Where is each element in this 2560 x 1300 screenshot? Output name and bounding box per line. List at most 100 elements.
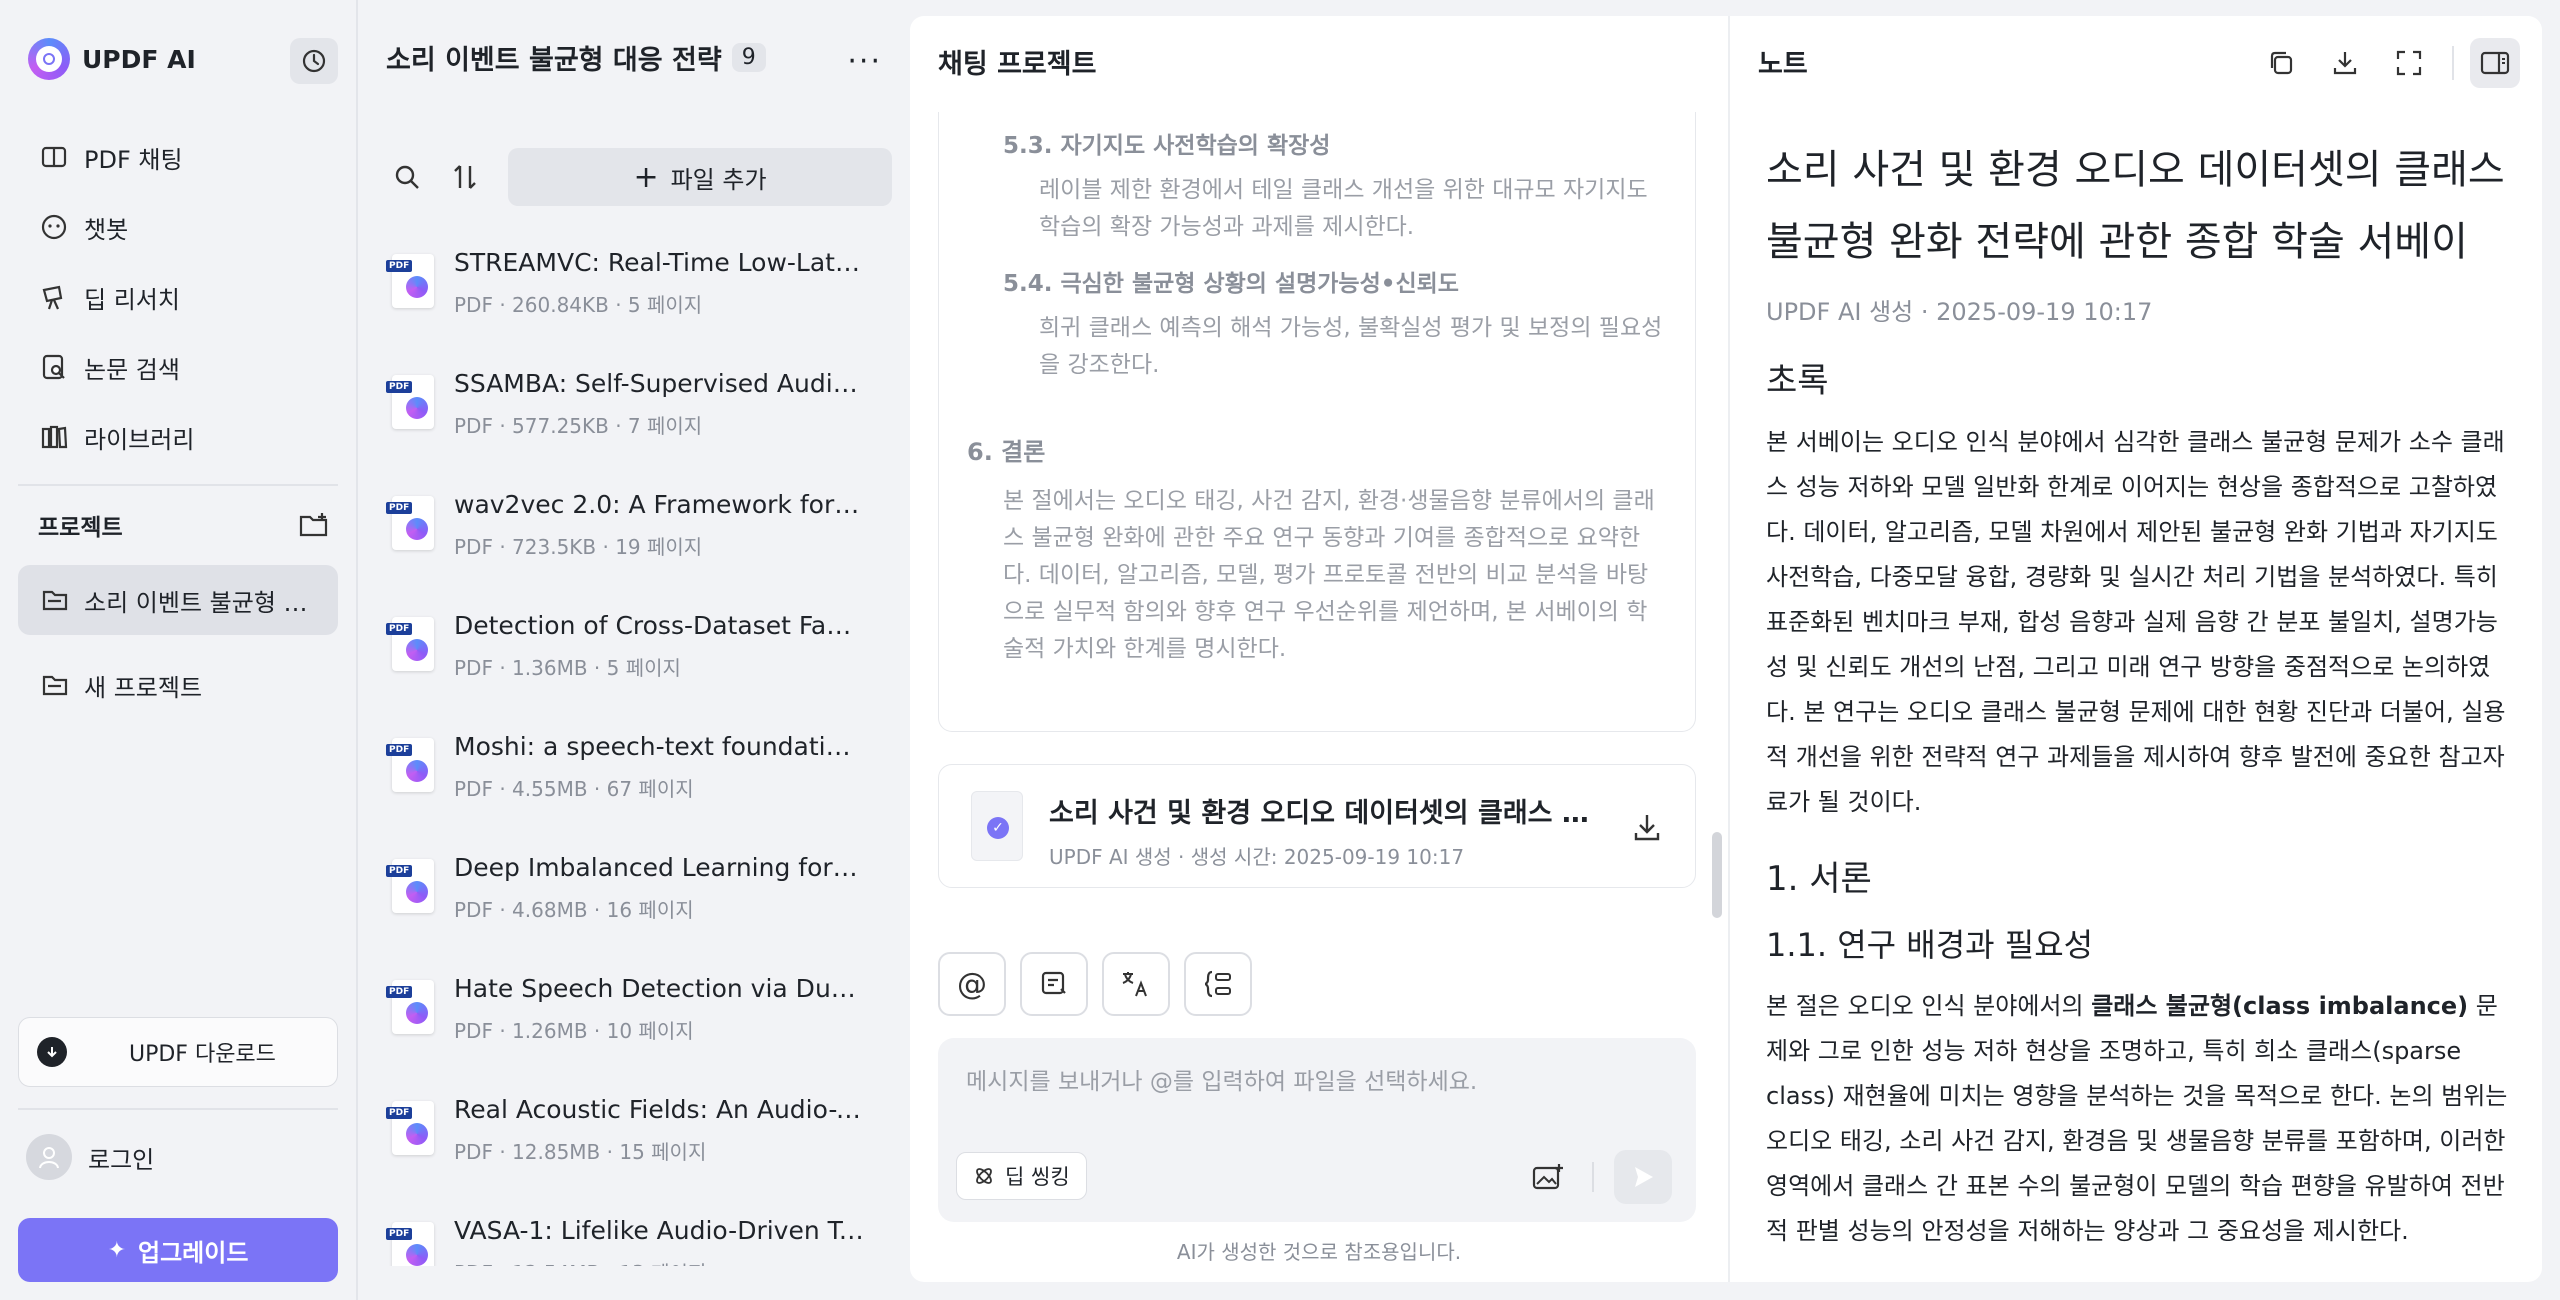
nav-paper-search[interactable]: 논문 검색 — [18, 332, 338, 402]
file-list-item[interactable]: PDF wav2vec 2.0: A Framework for Self-Sup… — [386, 478, 900, 599]
toolbar-divider — [2452, 46, 2454, 80]
abstract-body: 본 서베이는 오디오 인식 분야에서 심각한 클래스 불균형 문제가 소수 클래… — [1766, 428, 2506, 816]
pdf-file-icon: PDF — [386, 978, 436, 1036]
nav-deep-research-label: 딥 리서치 — [84, 285, 180, 314]
file-count-badge: 9 — [731, 43, 766, 72]
copy-icon[interactable] — [2260, 42, 2302, 84]
sidebar-toggle-icon[interactable] — [2470, 38, 2520, 88]
project-item-active[interactable]: 소리 이벤트 불균형 대응 전략 — [18, 565, 338, 635]
file-list-item[interactable]: PDF VASA-1: Lifelike Audio-Driven Talking… — [386, 1204, 900, 1266]
expand-icon[interactable] — [2388, 42, 2430, 84]
prompt-button[interactable] — [1020, 952, 1088, 1016]
add-file-button[interactable]: + 파일 추가 — [508, 148, 892, 206]
translate-icon — [1122, 972, 1147, 997]
download-icon[interactable] — [2324, 42, 2366, 84]
file-list-item[interactable]: PDF Deep Imbalanced Learning for Face Rec… — [386, 841, 900, 962]
search-icon[interactable] — [386, 156, 428, 198]
pdf-file-icon: PDF — [386, 252, 436, 310]
note-doc-meta: UPDF AI 생성 · 2025-09-19 10:17 — [1766, 298, 2153, 326]
pdf-file-icon: PDF — [386, 494, 436, 552]
file-name: Deep Imbalanced Learning for Face Recogn… — [454, 853, 864, 882]
sparkle-icon: ✦ — [107, 1237, 127, 1263]
nav-paper-search-label: 논문 검색 — [84, 355, 180, 384]
send-button[interactable] — [1614, 1150, 1672, 1204]
file-list-item[interactable]: PDF Hate Speech Detection via Dual Contra… — [386, 962, 900, 1083]
nav-deep-research[interactable]: 딥 리서치 — [18, 262, 338, 332]
file-list-item[interactable]: PDF Detection of Cross-Dataset Fake Audio… — [386, 599, 900, 720]
file-list-item[interactable]: PDF STREAMVC: Real-Time Low-Latency Voice… — [386, 236, 900, 357]
section-heading: 6. 결론 — [967, 438, 1046, 466]
project-item-new[interactable]: 새 프로젝트 — [18, 650, 338, 720]
file-info: PDF · 12.85MB · 15 페이지 — [454, 1140, 707, 1164]
paper-search-icon — [36, 349, 72, 385]
deep-thinking-toggle[interactable]: 딥 씽킹 — [956, 1152, 1087, 1200]
pdf-file-icon: PDF — [386, 1099, 436, 1157]
message-input[interactable] — [966, 1062, 1666, 1102]
library-icon — [36, 419, 72, 455]
intro-text: 본 절은 오디오 인식 분야에서의 — [1766, 992, 2092, 1020]
chat-scrollbar[interactable] — [1712, 832, 1722, 918]
history-icon — [302, 49, 326, 73]
mention-button[interactable]: @ — [938, 952, 1006, 1016]
nav-chatbot[interactable]: 챗봇 — [18, 192, 338, 262]
file-list: PDF STREAMVC: Real-Time Low-Latency Voice… — [386, 236, 900, 1266]
file-name: SSAMBA: Self-Supervised Audio Representa… — [454, 369, 864, 398]
login-button[interactable]: 로그인 — [26, 1134, 154, 1180]
download-updf-button[interactable]: UPDF 다운로드 — [18, 1017, 338, 1087]
file-list-item[interactable]: PDF SSAMBA: Self-Supervised Audio Represe… — [386, 357, 900, 478]
upgrade-button[interactable]: ✦ 업그레이드 — [18, 1218, 338, 1282]
project-title: 소리 이벤트 불균형 대응 전략 9 — [386, 38, 766, 77]
more-menu-icon[interactable]: ··· — [847, 44, 882, 79]
nav-chatbot-label: 챗봇 — [84, 215, 129, 244]
file-info: PDF · 723.5KB · 19 페이지 — [454, 535, 703, 559]
atom-icon — [973, 1165, 995, 1187]
project-title-text: 소리 이벤트 불균형 대응 전략 — [386, 45, 722, 76]
chatbot-icon — [36, 209, 72, 245]
chat-tools: @ — [938, 952, 1266, 1016]
brand[interactable]: UPDF AI — [28, 38, 196, 80]
file-info: PDF · 1.36MB · 5 페이지 — [454, 656, 681, 680]
file-list-item[interactable]: PDF Moshi: a speech-text foundation model… — [386, 720, 900, 841]
generated-note-card[interactable]: ✓ 소리 사건 및 환경 오디오 데이터셋의 클래스 불균형 완화 전략에 관한… — [938, 764, 1696, 888]
sidebar-divider — [18, 484, 338, 486]
intro-subheading: 1.1. 연구 배경과 필요성 — [1766, 926, 2094, 964]
pdf-chat-icon — [36, 139, 72, 175]
section-body: 레이블 제한 환경에서 테일 클래스 개선을 위한 대규모 자기지도학습의 확장… — [1039, 177, 1648, 240]
nav-library[interactable]: 라이브러리 — [18, 402, 338, 472]
image-upload-icon[interactable] — [1528, 1158, 1568, 1196]
translate-button[interactable] — [1102, 952, 1170, 1016]
file-panel: 소리 이벤트 불균형 대응 전략 9 ··· + 파일 추가 PDF STREAM… — [356, 0, 910, 1300]
note-document: 소리 사건 및 환경 오디오 데이터셋의 클래스 불균형 완화 전략에 관한 종… — [1766, 134, 2514, 1282]
message-composer: 딥 씽킹 — [938, 1038, 1696, 1222]
file-info: PDF · 1.26MB · 10 페이지 — [454, 1019, 694, 1043]
pdf-file-icon: PDF — [386, 615, 436, 673]
section-body: 희귀 클래스 예측의 해석 가능성, 불확실성 평가 및 보정의 필요성을 강조… — [1039, 315, 1663, 378]
note-panel: 노트 소리 사건 및 환경 오디오 데이터셋의 클래스 불균형 완화 전략에 관… — [1728, 16, 2542, 1282]
project-folder-icon — [38, 668, 72, 702]
mindmap-icon — [1204, 970, 1231, 998]
login-label: 로그인 — [88, 1145, 155, 1174]
note-panel-title: 노트 — [1758, 49, 1808, 80]
sort-icon[interactable] — [444, 156, 486, 198]
brand-name: UPDF AI — [82, 44, 196, 74]
new-folder-icon[interactable] — [298, 511, 330, 539]
project-item-label: 소리 이벤트 불균형 대응 전략 — [84, 588, 324, 617]
plus-icon: + — [633, 159, 659, 195]
download-updf-label: UPDF 다운로드 — [129, 1042, 276, 1067]
section-heading: 5.4. 극심한 불균형 상황의 설명가능성•신뢰도 — [1003, 271, 1459, 297]
composer-divider — [1592, 1162, 1594, 1192]
file-name: Moshi: a speech-text foundation model — [454, 732, 864, 761]
mindmap-button[interactable] — [1184, 952, 1252, 1016]
file-info: PDF · 577.25KB · 7 페이지 — [454, 414, 703, 438]
sidebar-divider — [18, 1108, 338, 1110]
download-icon — [37, 1037, 67, 1067]
ai-disclaimer: AI가 생성한 것으로 참조용입니다. — [1176, 1240, 1462, 1264]
history-button[interactable] — [290, 38, 338, 84]
download-icon[interactable] — [1629, 809, 1665, 845]
nav-pdf-chat[interactable]: PDF 채팅 — [18, 122, 338, 192]
file-info: PDF · 4.68MB · 16 페이지 — [454, 898, 694, 922]
file-list-item[interactable]: PDF Real Acoustic Fields: An Audio-Visual… — [386, 1083, 900, 1204]
note-document-icon: ✓ — [967, 791, 1023, 863]
file-name: Hate Speech Detection via Dual Contrasti… — [454, 974, 864, 1003]
file-info: PDF · 260.84KB · 5 페이지 — [454, 293, 703, 317]
